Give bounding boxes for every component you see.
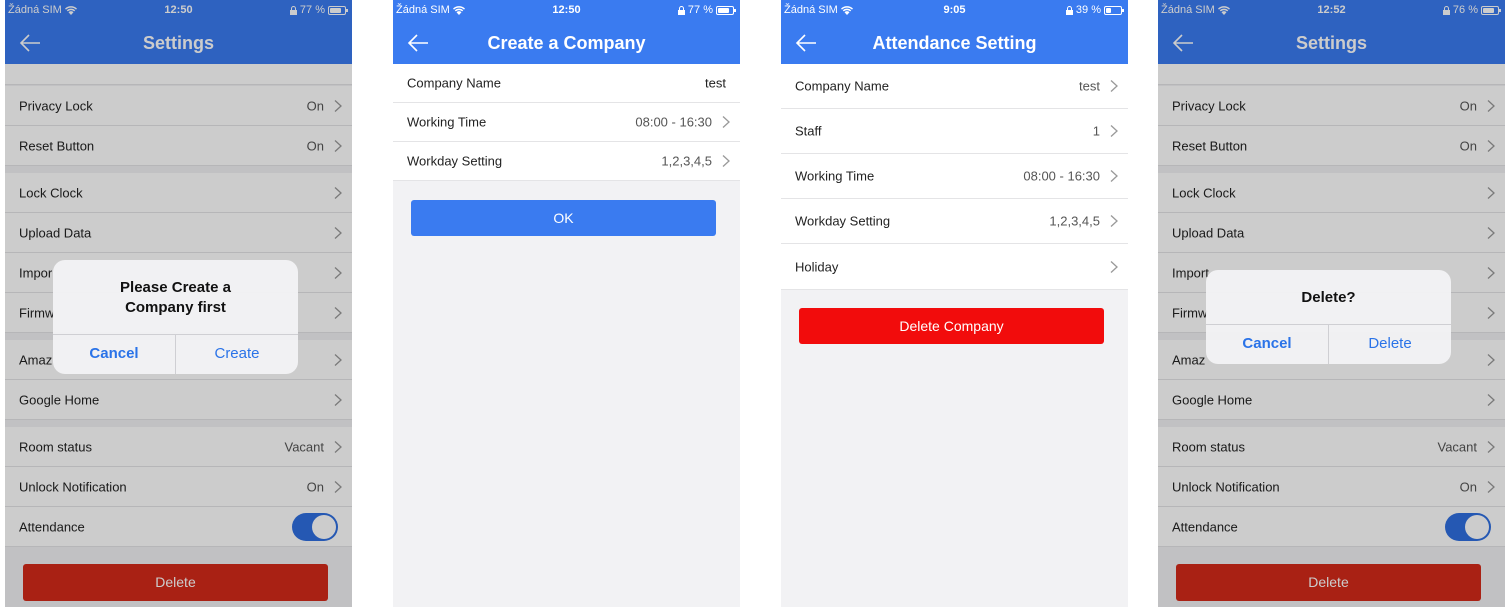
- page-title: Create a Company: [487, 33, 646, 53]
- alert-cancel-button[interactable]: Cancel: [1206, 324, 1328, 364]
- holiday-row[interactable]: Holiday: [781, 244, 1128, 290]
- status-bar: Žádná SIM 12:50 77 %: [393, 0, 740, 22]
- delete-company-button[interactable]: Delete Company: [799, 308, 1104, 344]
- chevron-right-icon: [1110, 125, 1118, 137]
- alert-delete-button[interactable]: Delete: [1329, 324, 1451, 364]
- company-name-row[interactable]: Company Name test: [393, 64, 740, 103]
- chevron-right-icon: [722, 155, 730, 167]
- lock-icon: [677, 5, 685, 15]
- chevron-right-icon: [1110, 215, 1118, 227]
- alert-message: Delete?: [1301, 289, 1356, 306]
- delete-confirm-alert: Delete? Cancel Delete: [1206, 270, 1451, 364]
- chevron-right-icon: [1110, 170, 1118, 182]
- nav-bar: Attendance Setting: [781, 22, 1128, 64]
- chevron-right-icon: [1110, 260, 1118, 273]
- lock-icon: [1065, 5, 1073, 15]
- working-time-row[interactable]: Working Time 08:00 - 16:30: [393, 103, 740, 142]
- workday-setting-row[interactable]: Workday Setting 1,2,3,4,5: [393, 142, 740, 181]
- alert-cancel-button[interactable]: Cancel: [53, 334, 175, 374]
- chevron-right-icon: [722, 116, 730, 128]
- workday-setting-row[interactable]: Workday Setting 1,2,3,4,5: [781, 199, 1128, 244]
- battery-percent: 77 %: [687, 4, 713, 16]
- nav-bar: Create a Company: [393, 22, 740, 64]
- working-time-row[interactable]: Working Time 08:00 - 16:30: [781, 154, 1128, 199]
- battery-percent: 39 %: [1075, 4, 1101, 16]
- settings-screen-delete-prompt: Žádná SIM 12:52 76 % Settings Privacy Lo…: [1158, 0, 1505, 607]
- battery-icon: [716, 5, 736, 15]
- attendance-setting-screen: Žádná SIM 9:05 39 % Attendance Setting C…: [781, 0, 1128, 607]
- alert-create-button[interactable]: Create: [176, 334, 298, 374]
- create-company-screen: Žádná SIM 12:50 77 % Create a Company Co…: [393, 0, 740, 607]
- chevron-right-icon: [1110, 80, 1118, 92]
- settings-screen-create-prompt: Žádná SIM 12:50 77 % Settings Privacy Lo…: [5, 0, 352, 607]
- alert-message-line2: Company first: [125, 299, 226, 316]
- page-title: Attendance Setting: [872, 33, 1037, 53]
- staff-row[interactable]: Staff 1: [781, 109, 1128, 154]
- company-name-row[interactable]: Company Name test: [781, 64, 1128, 109]
- alert-message-line1: Please Create a: [120, 279, 231, 296]
- ok-button[interactable]: OK: [411, 200, 716, 236]
- create-company-alert: Please Create a Company first Cancel Cre…: [53, 260, 298, 374]
- battery-icon: [1104, 5, 1124, 15]
- status-bar: Žádná SIM 9:05 39 %: [781, 0, 1128, 22]
